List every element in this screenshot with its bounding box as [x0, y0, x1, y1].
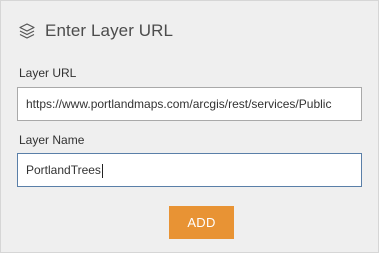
enter-layer-url-panel: Enter Layer URL Layer URL https://www.po… [0, 0, 379, 253]
layers-icon [18, 22, 36, 40]
add-button[interactable]: ADD [169, 206, 234, 239]
layer-name-value: PortlandTrees [26, 163, 101, 177]
panel-title: Enter Layer URL [45, 21, 174, 40]
layer-url-label: Layer URL [19, 66, 77, 80]
layer-url-value: https://www.portlandmaps.com/arcgis/rest… [26, 97, 332, 111]
text-caret [101, 163, 103, 178]
panel-header: Enter Layer URL [18, 19, 173, 43]
layer-url-input[interactable]: https://www.portlandmaps.com/arcgis/rest… [17, 87, 362, 121]
layer-name-label: Layer Name [19, 133, 85, 147]
layer-name-input[interactable]: PortlandTrees [17, 153, 362, 187]
